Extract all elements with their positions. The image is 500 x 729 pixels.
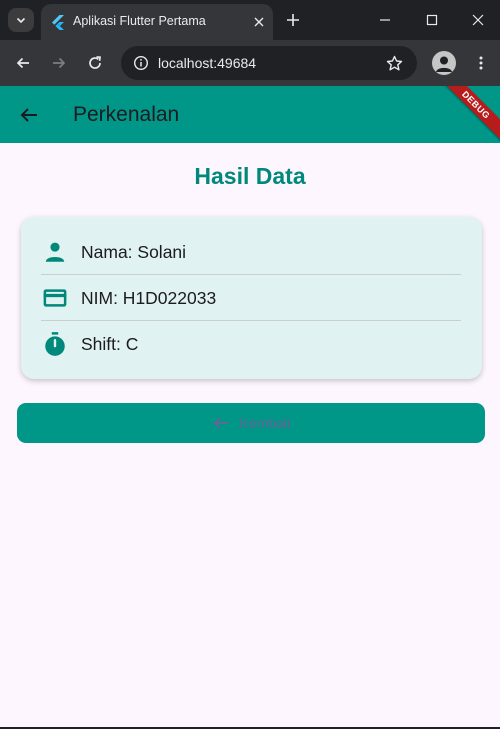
appbar-back-button[interactable] (16, 102, 42, 128)
tab-search-button[interactable] (8, 8, 34, 32)
info-row-nama: Nama: Solani (41, 230, 461, 274)
person-icon (436, 56, 452, 72)
divider (41, 274, 461, 275)
result-card: Nama: Solani NIM: H1D022033 Shift: C (21, 217, 482, 379)
browser-menu-button[interactable] (469, 51, 493, 75)
tab-title: Aplikasi Flutter Pertama (73, 14, 206, 28)
close-icon (254, 17, 264, 27)
page-title: Hasil Data (194, 163, 306, 189)
divider (41, 320, 461, 321)
reload-icon (89, 56, 101, 69)
info-row-text: Nama: Solani (81, 241, 187, 262)
info-icon (133, 55, 149, 71)
browser-tab[interactable]: Aplikasi Flutter Pertama (41, 4, 273, 40)
debug-banner: DEBUG (435, 86, 500, 146)
info-row-nim: NIM: H1D022033 (41, 276, 461, 320)
plus-icon (287, 14, 299, 26)
arrow-left-icon (20, 108, 37, 122)
flutter-icon (52, 15, 64, 30)
back-nav-button[interactable] (11, 51, 35, 75)
timer-icon (41, 330, 69, 358)
profile-avatar[interactable] (432, 51, 456, 75)
app-viewport: Perkenalan DEBUG Hasil Data Nama: Solani… (0, 86, 500, 727)
minimize-icon (380, 19, 390, 21)
chevron-down-icon (16, 17, 26, 24)
appbar-title: Perkenalan (73, 103, 180, 126)
reload-button[interactable] (83, 51, 107, 75)
credit-card-icon (41, 284, 69, 312)
arrow-left-icon (16, 57, 29, 69)
browser-toolbar: localhost:49684 (0, 40, 500, 86)
site-info-button[interactable] (129, 51, 153, 75)
app-bar: Perkenalan DEBUG (0, 86, 500, 146)
info-row-text: NIM: H1D022033 (81, 287, 217, 308)
kembali-button-label: Kembali (239, 415, 291, 431)
info-row-shift: Shift: C (41, 322, 461, 366)
arrow-left-icon (213, 417, 228, 429)
maximize-icon (426, 14, 438, 26)
browser-tab-strip: Aplikasi Flutter Pertama (0, 0, 500, 40)
star-icon (386, 55, 402, 70)
tab-close-button[interactable] (249, 12, 269, 32)
bookmark-button[interactable] (383, 52, 405, 74)
forward-nav-button[interactable] (47, 51, 71, 75)
info-row-text: Shift: C (81, 333, 139, 354)
person-icon (41, 238, 69, 266)
new-tab-button[interactable] (282, 9, 304, 31)
url-text: localhost:49684 (158, 55, 257, 71)
window-close-button[interactable] (468, 10, 488, 30)
close-icon (472, 14, 484, 26)
kembali-button[interactable]: Kembali (17, 403, 485, 443)
more-vert-icon (479, 56, 483, 70)
address-bar[interactable]: localhost:49684 (121, 46, 417, 80)
arrow-right-icon (53, 57, 66, 69)
maximize-button[interactable] (422, 10, 442, 30)
minimize-button[interactable] (375, 10, 395, 30)
